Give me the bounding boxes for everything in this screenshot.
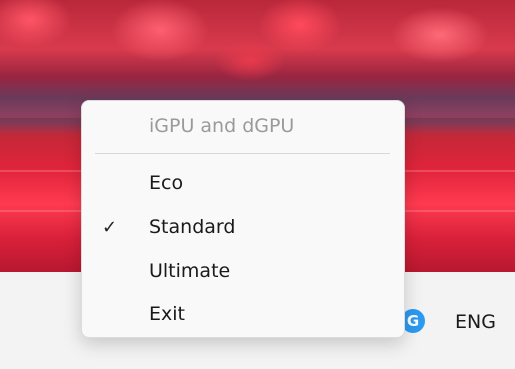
menu-item-eco[interactable]: Eco bbox=[86, 164, 400, 204]
context-menu: iGPU and dGPU Eco ✓ Standard Ultimate Ex… bbox=[81, 100, 405, 338]
menu-item-ultimate[interactable]: Ultimate bbox=[86, 252, 400, 292]
checkmark-icon: ✓ bbox=[102, 217, 118, 238]
language-indicator[interactable]: ENG bbox=[455, 311, 496, 333]
menu-item-label: Standard bbox=[149, 216, 236, 238]
menu-item-exit[interactable]: Exit bbox=[86, 295, 400, 335]
menu-item-label: Ultimate bbox=[149, 260, 231, 282]
menu-header: iGPU and dGPU bbox=[149, 115, 295, 137]
menu-item-standard[interactable]: ✓ Standard bbox=[86, 208, 400, 248]
menu-separator bbox=[95, 153, 390, 154]
tray-app-icon-letter: G bbox=[406, 312, 420, 330]
menu-item-label: Eco bbox=[149, 172, 184, 194]
menu-item-label: Exit bbox=[149, 303, 185, 325]
